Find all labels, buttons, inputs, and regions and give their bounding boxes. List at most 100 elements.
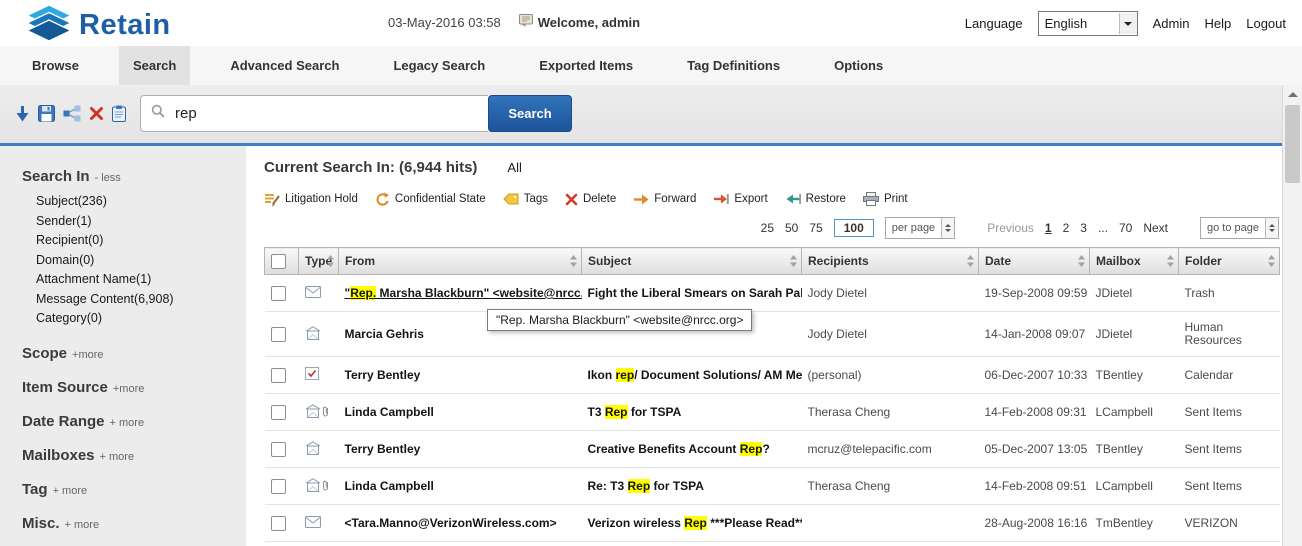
column-header-mailbox[interactable]: Mailbox (1090, 248, 1179, 275)
row-checkbox[interactable] (271, 442, 286, 457)
action-tags[interactable]: Tags (503, 193, 548, 205)
tab-advanced-search[interactable]: Advanced Search (216, 46, 353, 85)
from-cell[interactable]: Terry Bentley (339, 357, 582, 394)
per-page-option-25[interactable]: 25 (761, 221, 774, 235)
row-checkbox[interactable] (271, 479, 286, 494)
per-page-option-100-selected[interactable]: 100 (834, 219, 874, 237)
sidebar-item-subject-236[interactable]: Subject(236) (36, 192, 246, 212)
sidebar-section-toggle[interactable]: + more (65, 519, 100, 531)
sidebar-item-domain-0[interactable]: Domain(0) (36, 251, 246, 271)
subject-cell[interactable]: Verizon wireless Rep ***Please Read*** (582, 505, 802, 542)
previous-page-link[interactable]: Previous (987, 221, 1034, 235)
spinner-arrows-icon[interactable] (941, 218, 954, 238)
header-right: Language English Admin Help Logout (965, 11, 1286, 36)
admin-link[interactable]: Admin (1153, 16, 1190, 31)
subject-cell[interactable]: Creative Benefits Account Rep? (582, 431, 802, 468)
per-page-option-50[interactable]: 50 (785, 221, 798, 235)
page-link-3[interactable]: 3 (1080, 221, 1087, 235)
help-link[interactable]: Help (1204, 16, 1231, 31)
tab-exported-items[interactable]: Exported Items (525, 46, 647, 85)
sidebar-section-toggle[interactable]: +more (72, 349, 104, 361)
clear-icon[interactable] (89, 106, 104, 121)
sort-icon[interactable] (790, 255, 797, 270)
action-delete[interactable]: Delete (565, 193, 616, 206)
sidebar-item-sender-1[interactable]: Sender(1) (36, 212, 246, 232)
sidebar-section-title: Tag (22, 481, 48, 498)
sort-icon[interactable] (1078, 255, 1085, 270)
mail-open-icon (305, 441, 321, 455)
search-term-highlight: Rep. (350, 286, 376, 300)
save-icon[interactable] (38, 105, 55, 122)
action-forward[interactable]: Forward (633, 193, 696, 205)
logout-link[interactable]: Logout (1246, 16, 1286, 31)
action-print[interactable]: Print (863, 192, 908, 206)
column-header-recipients[interactable]: Recipients (802, 248, 979, 275)
sort-icon[interactable] (570, 255, 577, 270)
action-confidential-state[interactable]: Confidential State (375, 192, 486, 207)
subject-cell[interactable]: Re: T3 Rep for TSPA (582, 468, 802, 505)
tab-legacy-search[interactable]: Legacy Search (379, 46, 499, 85)
from-cell[interactable]: Linda Campbell (339, 468, 582, 505)
sidebar-section-toggle[interactable]: + more (100, 451, 135, 463)
per-page-select[interactable]: per page (885, 217, 955, 239)
column-header-type[interactable]: Type (299, 248, 339, 275)
from-cell[interactable]: Terry Bentley (339, 431, 582, 468)
sidebar-item-attachment-name-1[interactable]: Attachment Name(1) (36, 270, 246, 290)
scroll-up-button[interactable] (1283, 85, 1302, 103)
sidebar-section-toggle[interactable]: + more (110, 417, 145, 429)
download-icon[interactable] (15, 105, 30, 122)
vertical-scrollbar[interactable] (1282, 85, 1302, 546)
tab-tag-definitions[interactable]: Tag Definitions (673, 46, 794, 85)
spinner-arrows-icon[interactable] (1265, 218, 1278, 238)
from-cell[interactable]: c0neve01 (339, 542, 582, 546)
clipboard-icon[interactable] (112, 105, 126, 122)
go-to-page-input[interactable]: go to page (1200, 217, 1279, 239)
search-input[interactable] (173, 104, 478, 123)
search-icon (151, 104, 165, 123)
tab-search[interactable]: Search (119, 46, 190, 85)
sidebar-section-toggle[interactable]: + more (53, 485, 88, 497)
search-term-highlight: Rep (740, 442, 763, 456)
row-checkbox[interactable] (271, 405, 286, 420)
sort-icon[interactable] (1167, 255, 1174, 270)
action-litigation-hold[interactable]: Litigation Hold (264, 192, 358, 207)
sidebar-section-toggle[interactable]: - less (95, 172, 121, 184)
select-all-checkbox[interactable] (271, 254, 286, 269)
page-link-2[interactable]: 2 (1063, 221, 1070, 235)
row-checkbox[interactable] (271, 286, 286, 301)
sort-icon[interactable] (327, 255, 334, 270)
tab-options[interactable]: Options (820, 46, 897, 85)
action-restore[interactable]: Restore (785, 193, 846, 205)
subject-cell[interactable]: Stage 5 Rep - Wikipedia, the free encycl (582, 542, 802, 546)
action-export[interactable]: Export (713, 193, 767, 205)
sidebar-item-message-content-6-908[interactable]: Message Content(6,908) (36, 290, 246, 310)
from-cell[interactable]: <Tara.Manno@VerizonWireless.com> (339, 505, 582, 542)
sidebar-item-recipient-0[interactable]: Recipient(0) (36, 231, 246, 251)
tab-browse[interactable]: Browse (18, 46, 93, 85)
row-checkbox[interactable] (271, 368, 286, 383)
scroll-thumb[interactable] (1285, 105, 1300, 183)
results-scope-all[interactable]: All (507, 160, 521, 175)
row-checkbox[interactable] (271, 516, 286, 531)
column-header-folder[interactable]: Folder (1179, 248, 1280, 275)
from-cell[interactable]: Linda Campbell (339, 394, 582, 431)
per-page-option-75[interactable]: 75 (809, 221, 822, 235)
search-button[interactable]: Search (488, 95, 572, 132)
subject-cell[interactable]: T3 Rep for TSPA (582, 394, 802, 431)
share-icon[interactable] (63, 105, 81, 122)
page-link-70[interactable]: 70 (1119, 221, 1132, 235)
subject-cell[interactable]: Ikon rep/ Document Solutions/ AM Meeting (582, 357, 802, 394)
language-select[interactable]: English (1038, 11, 1138, 36)
from-cell[interactable]: "Rep. Marsha Blackburn" <website@nrcc.or (339, 275, 582, 312)
subject-cell[interactable]: Fight the Liberal Smears on Sarah Palin (582, 275, 802, 312)
next-page-link[interactable]: Next (1143, 221, 1168, 235)
row-checkbox[interactable] (271, 327, 286, 342)
column-header-from[interactable]: From (339, 248, 582, 275)
sidebar-section-toggle[interactable]: +more (113, 383, 145, 395)
column-header-date[interactable]: Date (979, 248, 1090, 275)
sort-icon[interactable] (1268, 255, 1275, 270)
column-header-subject[interactable]: Subject (582, 248, 802, 275)
sort-icon[interactable] (967, 255, 974, 270)
sidebar-item-category-0[interactable]: Category(0) (36, 309, 246, 329)
page-link-1[interactable]: 1 (1045, 221, 1052, 235)
